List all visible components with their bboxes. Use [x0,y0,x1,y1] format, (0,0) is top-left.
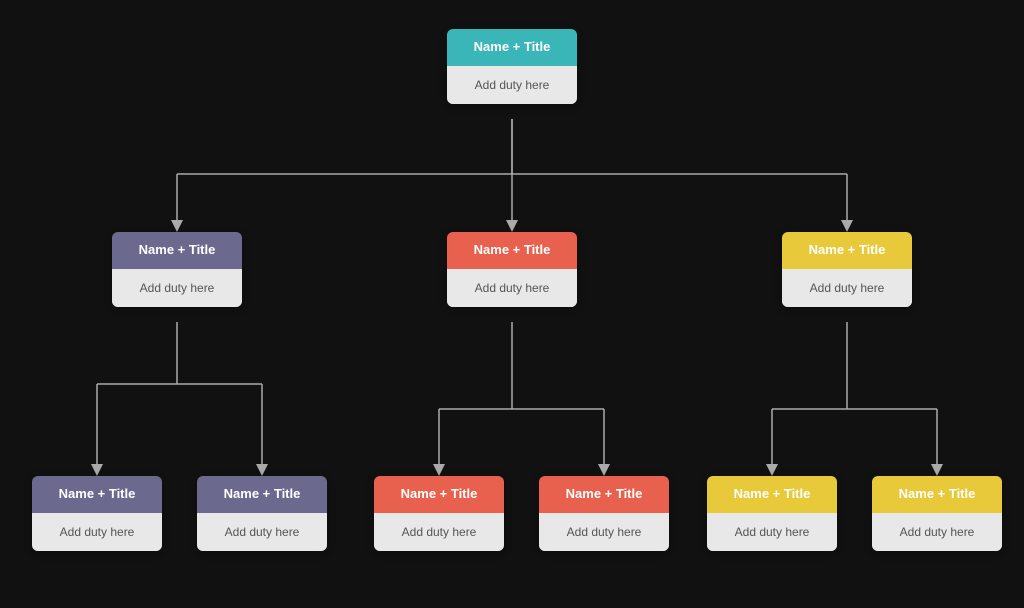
card-mid-left-duty: Add duty here [140,281,215,295]
card-mid-left-body: Add duty here [112,269,242,307]
card-rl-body: Add duty here [707,513,837,551]
card-ll-body: Add duty here [32,513,162,551]
card-lr-duty: Add duty here [225,525,300,539]
card-rr-label: Name + Title [899,486,976,501]
card-mid-center-duty: Add duty here [475,281,550,295]
card-cl-label: Name + Title [401,486,478,501]
card-mid-right-body: Add duty here [782,269,912,307]
card-rr[interactable]: Name + Title Add duty here [872,476,1002,551]
card-lr[interactable]: Name + Title Add duty here [197,476,327,551]
card-mid-center-label: Name + Title [474,242,551,257]
card-root-header: Name + Title [447,29,577,66]
card-root-duty: Add duty here [475,78,550,92]
card-mid-right-header: Name + Title [782,232,912,269]
card-cr-label: Name + Title [566,486,643,501]
card-root-label: Name + Title [474,39,551,54]
card-rl-header: Name + Title [707,476,837,513]
card-ll-duty: Add duty here [60,525,135,539]
card-cl[interactable]: Name + Title Add duty here [374,476,504,551]
card-cl-duty: Add duty here [402,525,477,539]
card-mid-right[interactable]: Name + Title Add duty here [782,232,912,307]
card-ll-label: Name + Title [59,486,136,501]
card-root-body: Add duty here [447,66,577,104]
card-mid-left-label: Name + Title [139,242,216,257]
card-ll-header: Name + Title [32,476,162,513]
org-chart: Name + Title Add duty here Name + Title … [22,14,1002,594]
card-rl[interactable]: Name + Title Add duty here [707,476,837,551]
card-cr-duty: Add duty here [567,525,642,539]
card-rr-body: Add duty here [872,513,1002,551]
card-mid-center-header: Name + Title [447,232,577,269]
card-lr-label: Name + Title [224,486,301,501]
card-mid-right-duty: Add duty here [810,281,885,295]
card-rl-label: Name + Title [734,486,811,501]
card-lr-body: Add duty here [197,513,327,551]
card-cr-body: Add duty here [539,513,669,551]
card-mid-left[interactable]: Name + Title Add duty here [112,232,242,307]
card-cr-header: Name + Title [539,476,669,513]
card-cl-body: Add duty here [374,513,504,551]
card-rr-duty: Add duty here [900,525,975,539]
card-mid-left-header: Name + Title [112,232,242,269]
card-cr[interactable]: Name + Title Add duty here [539,476,669,551]
card-cl-header: Name + Title [374,476,504,513]
card-mid-right-label: Name + Title [809,242,886,257]
card-mid-center[interactable]: Name + Title Add duty here [447,232,577,307]
card-root[interactable]: Name + Title Add duty here [447,29,577,104]
card-ll[interactable]: Name + Title Add duty here [32,476,162,551]
card-rr-header: Name + Title [872,476,1002,513]
card-mid-center-body: Add duty here [447,269,577,307]
card-rl-duty: Add duty here [735,525,810,539]
card-lr-header: Name + Title [197,476,327,513]
